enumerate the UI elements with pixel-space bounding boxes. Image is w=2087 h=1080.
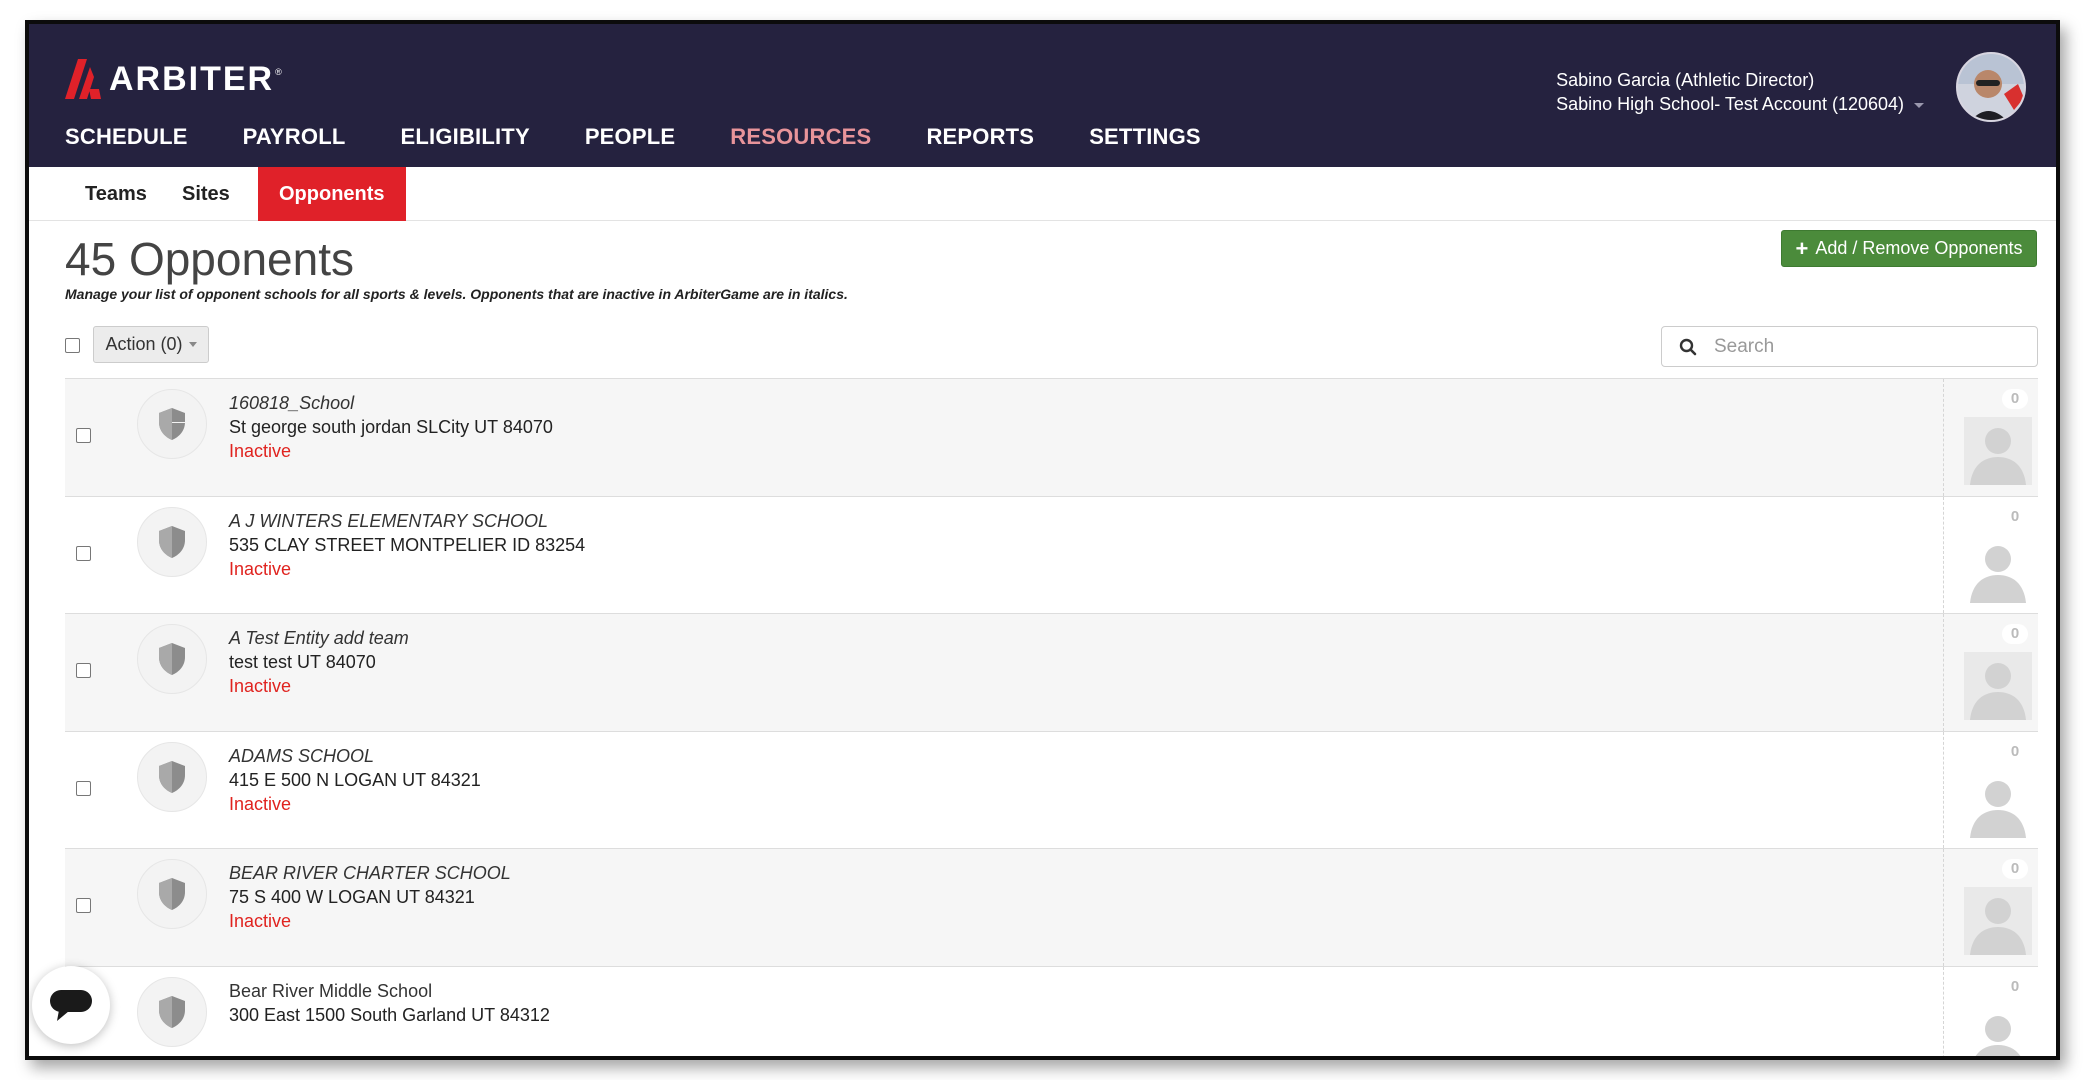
opponent-address: 535 CLAY STREET MONTPELIER ID 83254 xyxy=(229,534,586,555)
main-nav: SCHEDULE PAYROLL ELIGIBILITY PEOPLE RESO… xyxy=(65,124,1256,150)
chevron-down-icon xyxy=(188,342,197,347)
count-badge: 0 xyxy=(2010,977,2020,995)
opponent-address: 300 East 1500 South Garland UT 84312 xyxy=(229,1004,550,1025)
opponent-name[interactable]: 160818_School xyxy=(229,393,354,414)
nav-payroll[interactable]: PAYROLL xyxy=(243,124,346,150)
select-all-checkbox[interactable] xyxy=(65,338,80,353)
opponent-name[interactable]: Bear River Middle School xyxy=(229,981,432,1002)
arbiter-logo[interactable]: ARBITER ® xyxy=(65,57,282,101)
contact-column: 0 xyxy=(1943,966,2038,1056)
top-header: ARBITER ® SCHEDULE PAYROLL ELIGIBILITY P… xyxy=(29,24,2056,167)
user-name-role: Sabino Garcia (Athletic Director) xyxy=(1556,70,1815,90)
opponent-address: 415 E 500 N LOGAN UT 84321 xyxy=(229,769,481,790)
logo-registered-mark: ® xyxy=(275,67,282,77)
add-button-label: Add / Remove Opponents xyxy=(1815,238,2023,258)
contact-column: 0 xyxy=(1943,496,2038,613)
search-input[interactable] xyxy=(1714,335,2014,358)
app-window: ARBITER ® SCHEDULE PAYROLL ELIGIBILITY P… xyxy=(25,20,2060,1060)
row-checkbox[interactable] xyxy=(76,898,91,913)
tab-sites[interactable]: Sites xyxy=(182,167,230,221)
contact-column: 0 xyxy=(1943,614,2038,731)
tab-teams[interactable]: Teams xyxy=(85,167,147,221)
nav-people[interactable]: PEOPLE xyxy=(585,124,675,150)
chat-button[interactable] xyxy=(32,966,110,1044)
count-badge: 0 xyxy=(2010,742,2020,760)
contact-column: 0 xyxy=(1943,379,2038,496)
count-badge: 0 xyxy=(2002,859,2028,879)
status-text: Inactive xyxy=(229,558,292,579)
opponent-address: St george south jordan SLCity UT 84070 xyxy=(229,417,553,437)
opponent-address: 75 S 400 W LOGAN UT 84321 xyxy=(229,887,475,907)
chat-icon xyxy=(50,990,92,1021)
count-badge: 0 xyxy=(2002,624,2028,644)
nav-schedule[interactable]: SCHEDULE xyxy=(65,124,188,150)
plus-icon: + xyxy=(1795,235,1809,261)
status-text: Inactive xyxy=(229,441,292,461)
list-item[interactable]: A J WINTERS ELEMENTARY SCHOOL 535 CLAY S… xyxy=(65,495,2038,613)
nav-settings[interactable]: SETTINGS xyxy=(1089,124,1201,150)
row-checkbox[interactable] xyxy=(76,780,91,796)
person-placeholder-icon xyxy=(1964,769,2032,838)
chevron-down-icon xyxy=(1914,102,1924,108)
tab-opponents[interactable]: Opponents xyxy=(258,167,406,221)
list-item[interactable]: BEAR RIVER CHARTER SCHOOL 75 S 400 W LOG… xyxy=(65,848,2038,966)
arbiter-logo-icon xyxy=(65,59,101,99)
shield-icon xyxy=(137,506,207,577)
shield-icon xyxy=(137,741,207,812)
opponent-name[interactable]: A J WINTERS ELEMENTARY SCHOOL xyxy=(229,511,548,532)
person-placeholder-icon xyxy=(1964,417,2032,485)
add-remove-opponents-button[interactable]: + Add / Remove Opponents xyxy=(1781,230,2037,267)
person-placeholder-icon xyxy=(1964,534,2032,603)
nav-eligibility[interactable]: ELIGIBILITY xyxy=(401,124,530,150)
nav-reports[interactable]: REPORTS xyxy=(926,124,1034,150)
search-box[interactable] xyxy=(1661,326,2038,367)
contact-column: 0 xyxy=(1943,849,2038,966)
opponent-name[interactable]: A Test Entity add team xyxy=(229,628,409,649)
sub-nav: Teams Sites Opponents xyxy=(29,167,2056,221)
list-item[interactable]: Bear River Middle School 300 East 1500 S… xyxy=(65,965,2038,1056)
search-icon xyxy=(1662,338,1714,356)
status-text: Inactive xyxy=(229,911,292,931)
person-placeholder-icon xyxy=(1964,887,2032,955)
person-placeholder-icon xyxy=(1964,652,2032,720)
list-item[interactable]: ADAMS SCHOOL 415 E 500 N LOGAN UT 84321 … xyxy=(65,730,2038,848)
avatar[interactable] xyxy=(1956,52,2026,122)
opponent-name[interactable]: BEAR RIVER CHARTER SCHOOL xyxy=(229,863,511,884)
count-badge: 0 xyxy=(2002,389,2028,409)
status-text: Inactive xyxy=(229,793,292,814)
contact-column: 0 xyxy=(1943,731,2038,848)
row-checkbox[interactable] xyxy=(76,428,91,443)
opponents-list: 160818_School St george south jordan SLC… xyxy=(65,378,2038,1056)
count-badge: 0 xyxy=(2010,507,2020,525)
list-item[interactable]: A Test Entity add team test test UT 8407… xyxy=(65,613,2038,731)
shield-icon xyxy=(137,624,207,694)
person-placeholder-icon xyxy=(1964,1004,2032,1056)
user-menu[interactable]: Sabino Garcia (Athletic Director) Sabino… xyxy=(1556,68,1924,116)
shield-icon xyxy=(137,859,207,929)
action-label: Action (0) xyxy=(105,334,183,354)
page-title: 45 Opponents xyxy=(65,233,355,285)
opponent-address: test test UT 84070 xyxy=(229,652,376,672)
user-account: Sabino High School- Test Account (120604… xyxy=(1556,94,1904,114)
opponent-name[interactable]: ADAMS SCHOOL xyxy=(229,746,374,767)
page-description: Manage your list of opponent schools for… xyxy=(65,286,848,302)
list-item[interactable]: 160818_School St george south jordan SLC… xyxy=(65,378,2038,496)
shield-icon xyxy=(137,976,207,1047)
logo-text: ARBITER xyxy=(109,59,275,98)
nav-resources[interactable]: RESOURCES xyxy=(730,124,871,150)
row-checkbox[interactable] xyxy=(76,545,91,561)
status-text: Inactive xyxy=(229,676,292,696)
row-checkbox[interactable] xyxy=(76,663,91,678)
action-dropdown[interactable]: Action (0) xyxy=(93,326,209,363)
shield-icon xyxy=(137,389,207,459)
